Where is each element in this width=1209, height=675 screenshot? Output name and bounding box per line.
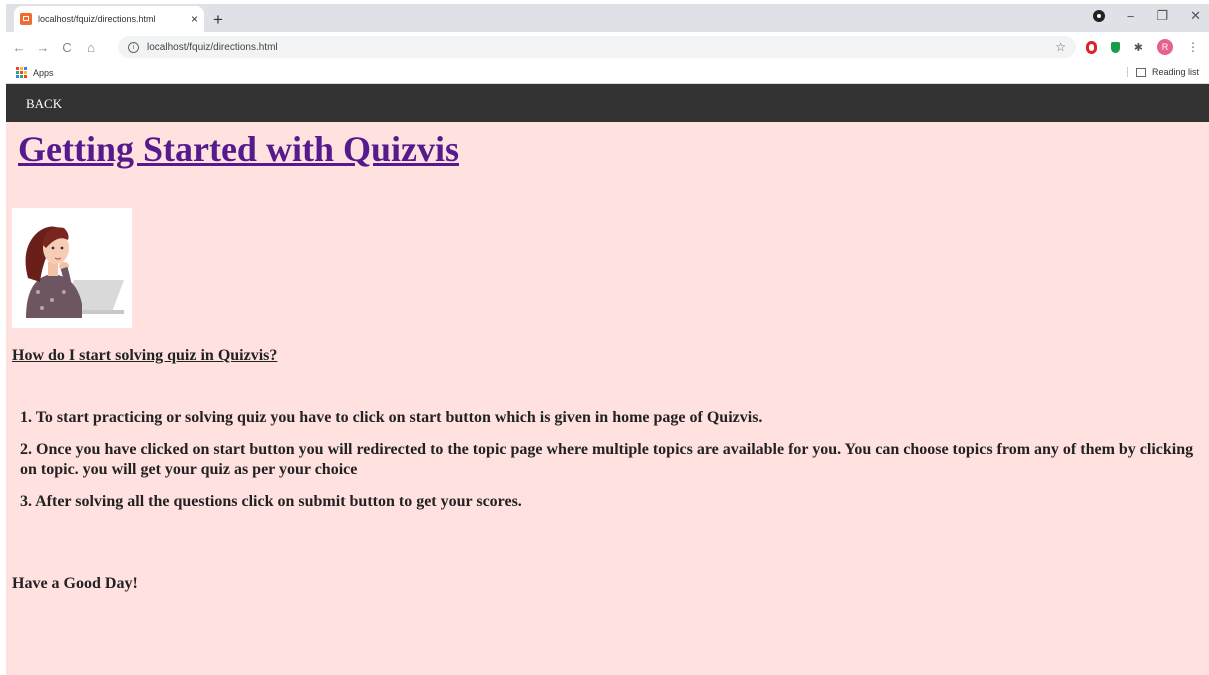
extensions-puzzle-icon[interactable]: ✱ (1134, 41, 1143, 54)
tab-title: localhost/fquiz/directions.html (38, 14, 156, 24)
browser-toolbar: ← → C ⌂ i localhost/fquiz/directions.htm… (6, 32, 1209, 62)
restore-button[interactable]: ❐ (1156, 8, 1168, 24)
apps-bookmark[interactable]: Apps (33, 68, 54, 78)
apps-grid-icon[interactable] (16, 67, 27, 78)
reading-list-label: Reading list (1151, 67, 1199, 77)
bookmarks-bar: Apps Reading list (6, 62, 1209, 84)
instruction-step: 1. To start practicing or solving quiz y… (20, 409, 763, 426)
minimize-button[interactable]: − (1127, 9, 1135, 24)
browser-tab[interactable]: localhost/fquiz/directions.html × (14, 6, 204, 32)
reading-list-icon (1135, 67, 1146, 77)
instruction-step: 2. Once you have clicked on start button… (20, 441, 1194, 478)
shield-extension-icon[interactable] (1110, 41, 1120, 53)
page-title[interactable]: Getting Started with Quizvis (18, 128, 459, 170)
back-arrow-icon[interactable]: ← (8, 40, 30, 55)
closing-message: Have a Good Day! (12, 575, 138, 592)
reload-icon[interactable]: C (56, 40, 78, 55)
tab-close-icon[interactable]: × (191, 12, 198, 26)
girl-with-laptop-illustration (12, 208, 132, 328)
reading-list-button[interactable]: Reading list (1126, 67, 1199, 77)
new-tab-button[interactable]: + (208, 9, 228, 29)
illustration-icon (25, 226, 124, 318)
section-heading: How do I start solving quiz in Quizvis? (12, 347, 278, 364)
address-url: localhost/fquiz/directions.html (147, 41, 278, 53)
favicon-icon (20, 13, 32, 25)
opera-extension-icon[interactable] (1085, 40, 1097, 54)
address-bar[interactable]: i localhost/fquiz/directions.html ☆ (118, 36, 1076, 58)
close-window-button[interactable]: ✕ (1190, 8, 1201, 24)
site-info-icon[interactable]: i (128, 41, 139, 53)
instruction-step: 3. After solving all the questions click… (20, 493, 522, 510)
home-icon[interactable]: ⌂ (80, 40, 102, 55)
extensions-area: ✱ R ⋮ (1085, 39, 1199, 55)
profile-avatar[interactable]: R (1157, 39, 1173, 55)
window-controls: − ❐ ✕ (1092, 8, 1201, 24)
media-record-icon[interactable] (1092, 10, 1105, 22)
bookmark-star-icon[interactable]: ☆ (1055, 40, 1066, 54)
forward-arrow-icon[interactable]: → (32, 40, 54, 55)
top-navbar: BACK (6, 84, 1209, 122)
instructions-list: 1. To start practicing or solving quiz y… (20, 408, 1195, 524)
tab-strip: localhost/fquiz/directions.html × + − ❐ … (6, 4, 1209, 32)
more-menu-icon[interactable]: ⋮ (1187, 40, 1199, 54)
back-link[interactable]: BACK (26, 96, 62, 112)
